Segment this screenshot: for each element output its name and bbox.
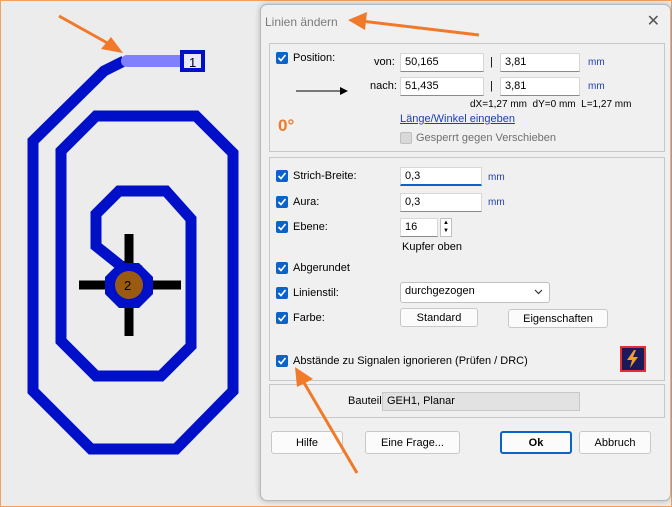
annotation-arrow-2 (360, 19, 480, 37)
annotation-overlay (295, 12, 480, 474)
annotation-arrow-3 (301, 380, 359, 474)
annotation-arrowhead-2 (348, 12, 367, 30)
window-frame: 1 2 Linien ändern ✕ Position: von: 50,16… (0, 0, 672, 507)
